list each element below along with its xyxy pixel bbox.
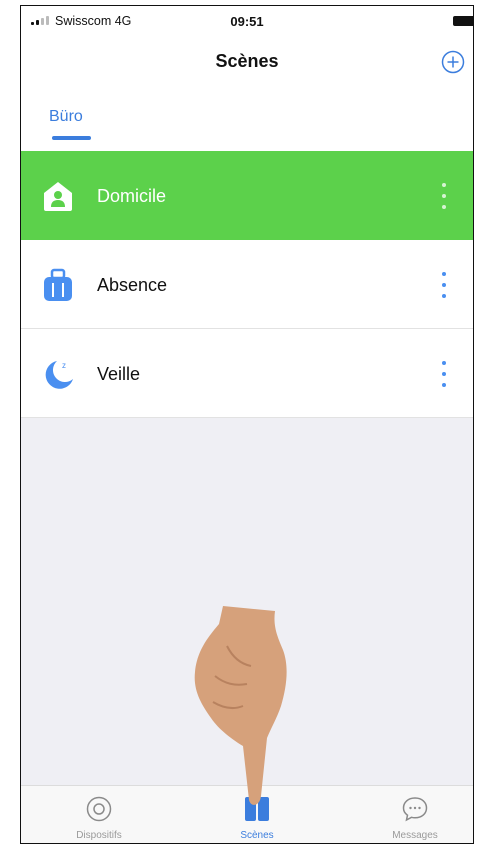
scene-row-domicile[interactable]: Domicile <box>21 151 473 240</box>
tab-messages[interactable]: Messages <box>355 786 473 843</box>
scene-row-absence[interactable]: Absence <box>21 240 473 329</box>
tab-buro[interactable]: Büro <box>49 108 83 126</box>
suitcase-icon <box>44 268 72 301</box>
more-options-icon[interactable] <box>441 270 447 300</box>
battery-icon <box>453 16 473 26</box>
plus-circle-icon[interactable] <box>441 50 465 74</box>
tab-label: Messages <box>392 830 438 841</box>
pointing-hand-icon <box>194 606 287 805</box>
tab-underline <box>52 136 91 140</box>
svg-text:z: z <box>62 361 66 370</box>
devices-icon <box>86 796 112 822</box>
home-person-icon <box>44 182 72 211</box>
status-bar: Swisscom 4G 09:51 <box>21 6 473 36</box>
more-options-icon[interactable] <box>441 359 447 389</box>
tab-label: Dispositifs <box>76 830 122 841</box>
scene-row-veille[interactable]: z Veille <box>21 329 473 418</box>
moon-sleep-icon: z <box>45 361 73 389</box>
clock: 09:51 <box>230 14 264 29</box>
page-title: Scènes <box>215 51 279 71</box>
more-options-icon[interactable] <box>441 181 447 211</box>
scene-label: Veille <box>97 364 141 384</box>
tab-label: Scènes <box>240 830 274 841</box>
tab-dispositifs[interactable]: Dispositifs <box>39 786 159 843</box>
scene-label: Absence <box>97 275 168 295</box>
chat-bubble-icon <box>402 797 428 822</box>
phone-screen: Swisscom 4G 09:51 Scènes Büro Domicile A… <box>20 5 474 844</box>
scene-label: Domicile <box>97 186 167 206</box>
